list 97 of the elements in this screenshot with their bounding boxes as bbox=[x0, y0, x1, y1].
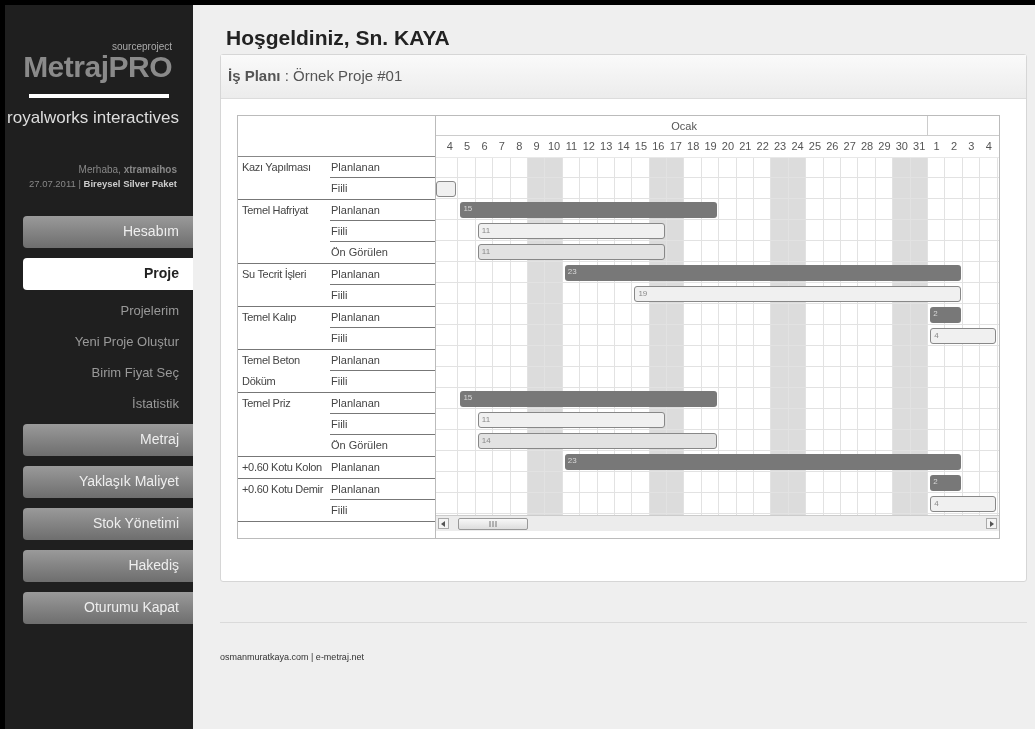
day-number: 4 bbox=[446, 139, 453, 155]
day-number: 9 bbox=[533, 139, 540, 155]
row-type: Fiili bbox=[330, 331, 348, 347]
row-type: Planlanan bbox=[330, 159, 380, 175]
row-type: Planlanan bbox=[330, 481, 380, 497]
row-type: Fiili bbox=[330, 374, 348, 390]
greeting-text: Merhaba, xtramaihos bbox=[77, 162, 178, 177]
gantt-bar: 14 bbox=[477, 433, 718, 449]
nav-button[interactable]: Proje bbox=[23, 257, 193, 290]
row-type: Planlanan bbox=[330, 309, 380, 325]
nav-link[interactable]: Projelerim bbox=[120, 294, 193, 326]
nav-button[interactable]: Yaklaşık Maliyet bbox=[23, 465, 193, 498]
day-number: 25 bbox=[808, 139, 821, 155]
day-number: 31 bbox=[913, 139, 926, 155]
month-label: Ocak bbox=[671, 118, 697, 134]
day-number: 2 bbox=[950, 139, 958, 155]
row-type: Fiili bbox=[330, 416, 348, 432]
nav-link[interactable]: İstatistik bbox=[132, 387, 193, 419]
day-number: 24 bbox=[791, 139, 804, 155]
footer-links: osmanmuratkaya.com | e-metraj.net bbox=[220, 652, 364, 662]
day-number: 23 bbox=[774, 139, 787, 155]
gantt-bar: 11 bbox=[477, 244, 666, 260]
row-type: Planlanan bbox=[330, 202, 380, 218]
nav-button[interactable]: Hakediş bbox=[23, 549, 193, 582]
account-info: 27.07.2011 | Bireysel Silver Paket bbox=[27, 176, 178, 191]
row-type: Fiili bbox=[330, 503, 348, 519]
row-type: Ön Görülen bbox=[330, 245, 388, 261]
day-number: 5 bbox=[464, 139, 471, 155]
page-title: Hoşgeldiniz, Sn. KAYA bbox=[226, 25, 451, 51]
day-number: 30 bbox=[895, 139, 908, 155]
day-number: 27 bbox=[843, 139, 856, 155]
nav-link[interactable]: Birim Fiyat Seç bbox=[91, 356, 193, 388]
gantt-bar: 23 bbox=[564, 454, 961, 470]
arrow-left-icon bbox=[441, 520, 446, 527]
task-name: Kazı Yapılması bbox=[241, 160, 312, 175]
day-number: 17 bbox=[669, 139, 682, 155]
gantt-bar: 11 bbox=[477, 412, 666, 428]
day-number: 16 bbox=[652, 139, 665, 155]
day-number: 3 bbox=[968, 139, 975, 155]
row-type: Planlanan bbox=[330, 266, 380, 282]
day-number: 15 bbox=[634, 139, 648, 155]
day-number: 21 bbox=[739, 139, 752, 155]
logo-subtitle: sourceproject bbox=[111, 41, 172, 52]
gantt-bar: 4 bbox=[930, 328, 996, 344]
gantt-bar: 2 bbox=[930, 307, 961, 323]
scroll-left-button[interactable] bbox=[438, 518, 449, 529]
nav-button[interactable]: Hesabım bbox=[23, 215, 193, 248]
row-type: Fiili bbox=[330, 288, 348, 304]
day-number: 10 bbox=[547, 139, 561, 155]
day-number: 28 bbox=[860, 139, 874, 155]
row-type: Planlanan bbox=[330, 395, 380, 411]
day-number: 14 bbox=[617, 139, 630, 155]
day-number: 11 bbox=[565, 139, 578, 155]
day-number: 1 bbox=[933, 139, 940, 155]
nav-button[interactable]: Oturumu Kapat bbox=[23, 591, 193, 624]
day-number: 13 bbox=[600, 139, 613, 155]
row-type: Ön Görülen bbox=[330, 438, 388, 454]
day-number: 7 bbox=[498, 139, 505, 155]
task-name: +0.60 Kotu Kolon bbox=[241, 460, 323, 475]
day-number: 18 bbox=[687, 139, 700, 155]
nav-link[interactable]: Yeni Proje Oluştur bbox=[74, 325, 193, 357]
task-name: +0.60 Kotu Demir bbox=[241, 482, 325, 497]
gantt-bar: 15 bbox=[460, 391, 718, 407]
scroll-right-button[interactable] bbox=[986, 518, 997, 529]
day-number: 29 bbox=[878, 139, 891, 155]
row-type: Fiili bbox=[330, 223, 348, 239]
gantt-bar: 15 bbox=[460, 202, 718, 218]
day-number: 22 bbox=[756, 139, 769, 155]
gantt-bar: 11 bbox=[477, 223, 666, 239]
task-name: Temel Beton Döküm bbox=[241, 353, 301, 389]
task-name: Temel Priz bbox=[241, 396, 292, 411]
gantt-bar: 23 bbox=[564, 265, 961, 281]
task-name: Temel Hafriyat bbox=[241, 203, 310, 218]
day-number: 6 bbox=[481, 139, 488, 155]
gantt-bar: 4 bbox=[930, 496, 996, 512]
gantt-bar: 2 bbox=[930, 475, 961, 491]
day-number: 26 bbox=[826, 139, 839, 155]
card-title: İş Planı : Örnek Proje #01 bbox=[228, 66, 403, 87]
day-number: 20 bbox=[721, 139, 735, 155]
tagline: royalworks interactives bbox=[6, 107, 180, 129]
task-name: Temel Kalıp bbox=[241, 310, 298, 325]
day-number: 19 bbox=[704, 139, 717, 155]
gantt-bar: 19 bbox=[634, 286, 961, 302]
nav-button[interactable]: Stok Yönetimi bbox=[23, 507, 193, 540]
nav-button[interactable]: Metraj bbox=[23, 423, 193, 456]
row-type: Fiili bbox=[330, 181, 348, 197]
day-number: 8 bbox=[516, 139, 523, 155]
gantt-bar bbox=[436, 181, 457, 197]
scrollbar-thumb[interactable] bbox=[458, 517, 528, 530]
task-name: Su Tecrit İşleri bbox=[241, 267, 308, 282]
arrow-right-icon bbox=[989, 520, 994, 527]
logo-text: MetrajPRO bbox=[23, 52, 172, 82]
row-type: Planlanan bbox=[330, 352, 380, 368]
grip-icon bbox=[489, 520, 497, 527]
day-number: 4 bbox=[985, 139, 992, 155]
day-number: 12 bbox=[582, 139, 595, 155]
row-type: Planlanan bbox=[330, 460, 380, 476]
